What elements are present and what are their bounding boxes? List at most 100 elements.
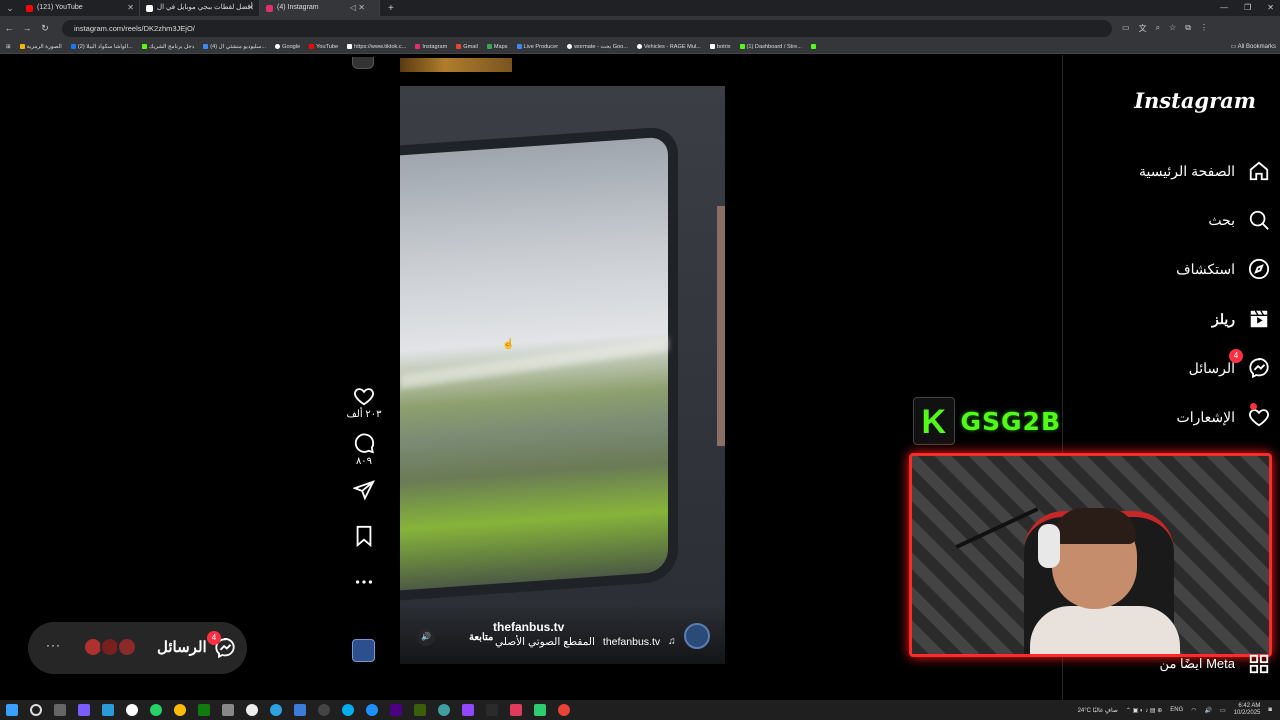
like-button[interactable]: ٢٠٣ ألف	[346, 385, 382, 420]
previous-reel-thumbnail[interactable]	[400, 58, 512, 72]
reload-icon[interactable]: ↻	[36, 23, 54, 34]
app-icon[interactable]	[438, 704, 450, 716]
bookmark-item[interactable]: Google	[275, 44, 300, 50]
bookmark-item[interactable]: (2) الواشا سكواد البيلا...	[70, 44, 133, 50]
app-icon[interactable]	[126, 704, 138, 716]
share-button[interactable]	[353, 479, 375, 501]
search-icon[interactable]	[30, 704, 42, 716]
weather[interactable]: 24°C صافٍ غالبًا	[1078, 707, 1118, 714]
app-icon[interactable]	[534, 704, 546, 716]
obs-icon[interactable]	[318, 704, 330, 716]
sidebar-item-notifications[interactable]: الإشعارات	[1177, 403, 1270, 428]
more-icon[interactable]: ···	[46, 638, 61, 652]
copilot-icon[interactable]	[78, 704, 90, 716]
battery-icon[interactable]: ▭	[1220, 707, 1226, 714]
messages-pill[interactable]: ··· الرسائل 4	[28, 622, 247, 674]
app-icon[interactable]	[486, 704, 498, 716]
network-icon[interactable]: ◠	[1191, 707, 1196, 714]
bookmark-item[interactable]: wormate - بحث Goo...	[567, 44, 628, 50]
tab-instagram[interactable]: (4) Instagram ◁ ✕	[260, 0, 380, 16]
bookmark-item[interactable]: (1) Dashboard / Stre...	[739, 44, 802, 50]
zoom-icon[interactable]: ⌕	[1156, 23, 1160, 34]
sidebar-item-meta[interactable]: ايضًا من Meta	[1160, 653, 1270, 675]
forward-icon[interactable]: →	[18, 23, 36, 33]
reel-video[interactable]: 🔊 thefanbus.tv متابعة المقطع الصوتي الأص…	[400, 86, 725, 664]
menu-icon[interactable]: ⋮	[1200, 23, 1208, 34]
bookmark-item[interactable]: دخل برنامج الشريك	[141, 44, 194, 50]
more-options-button[interactable]	[353, 571, 375, 593]
sidebar-item-reels[interactable]: ريلز	[1212, 308, 1270, 330]
sidebar-item-search[interactable]: بحث	[1208, 209, 1270, 231]
bookmark-item[interactable]: Live Producer	[516, 44, 558, 50]
app-icon[interactable]	[198, 704, 210, 716]
task-view-icon[interactable]	[54, 704, 66, 716]
edge-icon[interactable]	[102, 704, 114, 716]
reel-username[interactable]: thefanbus.tv	[493, 620, 564, 634]
audio-thumbnail[interactable]	[352, 639, 375, 662]
tiktok-icon[interactable]	[510, 704, 522, 716]
skype-icon[interactable]	[342, 704, 354, 716]
close-window-icon[interactable]: ✕	[1267, 0, 1274, 16]
close-icon[interactable]: ✕	[247, 0, 254, 16]
sidebar-item-messages[interactable]: الرسائل 4	[1189, 349, 1270, 379]
reel-info: 🔊 thefanbus.tv متابعة المقطع الصوتي الأص…	[400, 604, 725, 664]
previous-reel-avatar[interactable]	[352, 57, 374, 69]
bookmark-item[interactable]: (4) سليوديو منشئي ال...	[203, 44, 266, 50]
tray-icons[interactable]: ⌃ ▣ ◐ ♪ ▤ ⊕	[1126, 707, 1162, 714]
bookmark-favicon	[203, 44, 209, 49]
extensions-icon[interactable]: ⧉	[1185, 23, 1191, 34]
bookmark-item[interactable]: Instagram	[415, 44, 447, 50]
premiere-icon[interactable]	[390, 704, 402, 716]
tab-youtube[interactable]: (121) YouTube ✕	[20, 0, 140, 16]
bookmark-favicon	[516, 44, 522, 49]
telegram-icon[interactable]	[270, 704, 282, 716]
language-indicator[interactable]: ENG	[1170, 707, 1183, 713]
app-icon[interactable]	[366, 704, 378, 716]
clock[interactable]: 6:42 AM 10/2/2025	[1234, 703, 1261, 717]
apps-icon[interactable]: ⊞	[6, 44, 11, 50]
app-icon[interactable]	[294, 704, 306, 716]
bookmark-item[interactable]: الصورة الرمزية	[19, 44, 62, 50]
app-icon[interactable]	[462, 704, 474, 716]
volume-icon[interactable]: 🔊	[417, 628, 435, 646]
follow-button[interactable]: متابعة	[469, 632, 493, 643]
audio-link[interactable]: المقطع الصوتي الأصلي thefanbus.tv ♫	[495, 636, 676, 648]
bookmark-item[interactable]: botrix	[709, 44, 731, 50]
address-toolbar: ← → ↻ instagram.com/reels/DK2zhm3JEjO/ ▭…	[0, 16, 1280, 40]
save-button[interactable]	[353, 525, 375, 547]
minimize-icon[interactable]: —	[1220, 0, 1228, 16]
chrome-icon[interactable]	[558, 704, 570, 716]
tab-tiktok[interactable]: أفضل لقطات ببجي موبايل في ال ✕	[140, 0, 260, 16]
bookmark-item[interactable]: Maps	[486, 44, 508, 50]
back-icon[interactable]: ←	[0, 23, 18, 33]
sidebar-item-home[interactable]: الصفحة الرئيسية	[1139, 160, 1270, 182]
translate-icon[interactable]: 文	[1139, 23, 1147, 34]
install-icon[interactable]: ▭	[1122, 23, 1130, 34]
bookmark-item[interactable]: Gmail	[456, 44, 478, 50]
app-icon[interactable]	[246, 704, 258, 716]
windows-start-icon[interactable]	[6, 704, 18, 716]
bookmark-item[interactable]	[810, 44, 816, 49]
bookmark-item[interactable]: Vehicles - RAGE Mul...	[636, 44, 701, 50]
author-avatar[interactable]	[684, 623, 710, 649]
url-field[interactable]: instagram.com/reels/DK2zhm3JEjO/	[62, 19, 1112, 37]
whatsapp-icon[interactable]	[150, 704, 162, 716]
bookmark-item[interactable]: YouTube	[309, 44, 338, 50]
maximize-icon[interactable]: ❐	[1244, 0, 1251, 16]
instagram-logo[interactable]: Instagram	[1134, 88, 1256, 113]
sidebar-item-explore[interactable]: استكشاف	[1176, 258, 1270, 280]
instagram-page: 🔊 thefanbus.tv متابعة المقطع الصوتي الأص…	[0, 55, 1280, 700]
volume-icon[interactable]: 🔊	[1205, 707, 1212, 714]
new-tab-button[interactable]: +	[380, 3, 402, 14]
close-icon[interactable]: ✕	[127, 0, 134, 16]
star-icon[interactable]: ☆	[1169, 23, 1176, 34]
notifications-icon[interactable]: ◙	[1268, 707, 1272, 713]
bookmark-item[interactable]: https://www.tiktok.c...	[347, 44, 406, 50]
app-icon[interactable]	[222, 704, 234, 716]
comment-button[interactable]: ٨٠٩	[353, 432, 375, 467]
tab-search-icon[interactable]: ⌄	[0, 0, 20, 16]
all-bookmarks-button[interactable]: ▭ All Bookmarks	[1226, 40, 1276, 53]
chrome-icon[interactable]	[174, 704, 186, 716]
app-icon[interactable]	[414, 704, 426, 716]
close-icon[interactable]: ◁ ✕	[350, 0, 365, 16]
